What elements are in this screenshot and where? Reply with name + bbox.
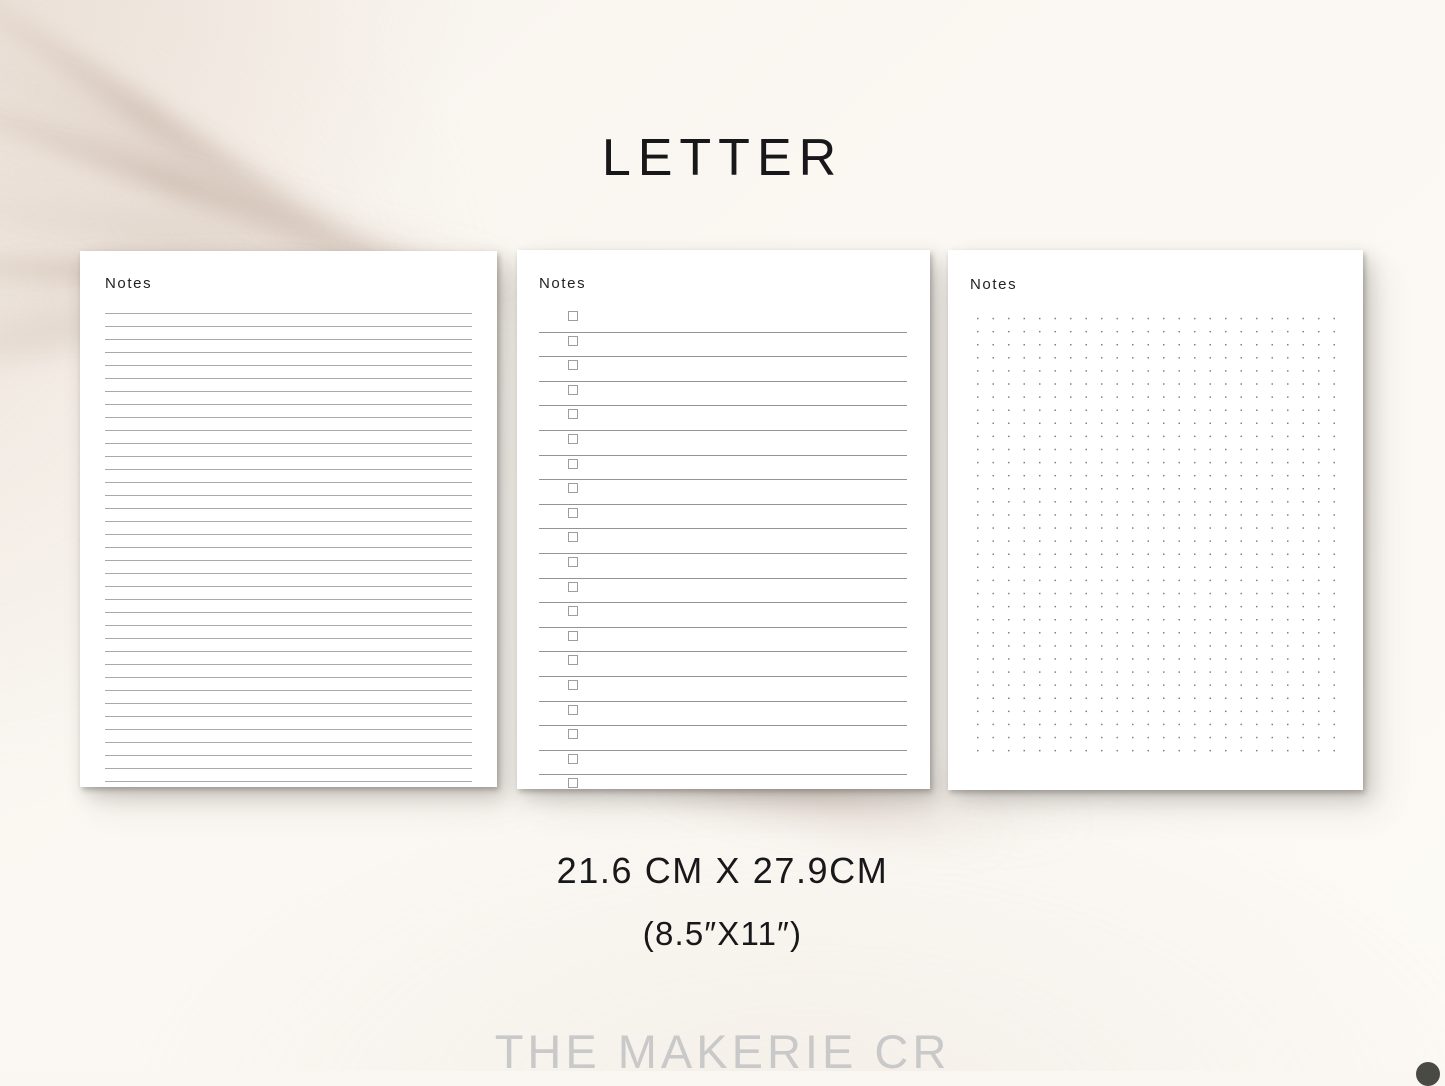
brand-watermark: THE MAKERIE CR bbox=[494, 1025, 951, 1078]
ruled-line bbox=[105, 612, 472, 613]
checkbox-icon[interactable] bbox=[568, 409, 578, 420]
checkbox-row bbox=[539, 726, 907, 751]
checkbox-icon[interactable] bbox=[568, 507, 578, 518]
checkbox-icon[interactable] bbox=[568, 433, 578, 444]
ruled-line bbox=[105, 521, 472, 522]
checkbox-row bbox=[539, 382, 907, 407]
checkbox-row bbox=[539, 456, 907, 481]
checkbox-row bbox=[539, 357, 907, 382]
checkbox-row bbox=[539, 480, 907, 505]
ruled-line bbox=[105, 677, 472, 678]
size-caption-metric: 21.6 CM X 27.9CM bbox=[556, 850, 889, 891]
ruled-line bbox=[105, 560, 472, 561]
ruled-line bbox=[105, 430, 472, 431]
sheet-label-dotted: Notes bbox=[970, 276, 1018, 293]
checkbox-row bbox=[539, 308, 907, 333]
ruled-line bbox=[105, 729, 472, 730]
checkbox-row bbox=[539, 702, 907, 727]
checkbox-icon[interactable] bbox=[568, 458, 578, 469]
checkbox-icon[interactable] bbox=[568, 606, 578, 617]
checkbox-icon[interactable] bbox=[568, 360, 578, 371]
checkbox-row bbox=[539, 554, 907, 579]
ruled-line bbox=[105, 443, 472, 444]
ruled-line bbox=[105, 651, 472, 652]
dot-grid-area bbox=[970, 312, 1342, 762]
checkbox-icon[interactable] bbox=[568, 753, 578, 764]
ruled-line bbox=[105, 781, 472, 782]
checkbox-icon[interactable] bbox=[568, 483, 578, 494]
ruled-line bbox=[105, 716, 472, 717]
ruled-line bbox=[105, 495, 472, 496]
checkbox-icon[interactable] bbox=[568, 655, 578, 666]
size-caption-imperial: (8.5″X11″) bbox=[642, 915, 803, 952]
ruled-line bbox=[105, 599, 472, 600]
ruled-line bbox=[105, 482, 472, 483]
ruled-line bbox=[105, 755, 472, 756]
ruled-line bbox=[105, 417, 472, 418]
ruled-line bbox=[105, 469, 472, 470]
checkbox-row bbox=[539, 579, 907, 604]
checkbox-row bbox=[539, 628, 907, 653]
preview-sheet-dotted[interactable]: Notes bbox=[948, 250, 1363, 790]
ruled-line bbox=[105, 326, 472, 327]
checkbox-icon[interactable] bbox=[568, 679, 578, 690]
checkbox-icon[interactable] bbox=[568, 729, 578, 740]
checkbox-row bbox=[539, 406, 907, 431]
ruled-line bbox=[105, 313, 472, 314]
checkbox-row bbox=[539, 677, 907, 702]
ruled-line bbox=[105, 703, 472, 704]
checkbox-icon[interactable] bbox=[568, 335, 578, 346]
checkbox-icon[interactable] bbox=[568, 384, 578, 395]
checkbox-row bbox=[539, 603, 907, 628]
checkbox-row bbox=[539, 529, 907, 554]
checkbox-icon[interactable] bbox=[568, 630, 578, 641]
ruled-line bbox=[105, 586, 472, 587]
ruled-line bbox=[105, 508, 472, 509]
ruled-line bbox=[105, 573, 472, 574]
ruled-line bbox=[105, 638, 472, 639]
checkbox-row bbox=[539, 431, 907, 456]
ruled-line bbox=[105, 339, 472, 340]
checkbox-icon[interactable] bbox=[568, 778, 578, 789]
checkbox-row bbox=[539, 751, 907, 776]
checkbox-icon[interactable] bbox=[568, 532, 578, 543]
preview-sheet-lined[interactable]: Notes bbox=[80, 251, 497, 787]
ruled-line bbox=[105, 365, 472, 366]
page-title: LETTER bbox=[601, 129, 844, 187]
checkbox-icon[interactable] bbox=[568, 704, 578, 715]
checkbox-row bbox=[539, 775, 907, 789]
ruled-lines-area bbox=[105, 313, 472, 787]
checkbox-rows-area bbox=[539, 308, 907, 789]
ruled-line bbox=[105, 378, 472, 379]
checkbox-row bbox=[539, 652, 907, 677]
ruled-line bbox=[105, 625, 472, 626]
preview-sheet-checklist[interactable]: Notes bbox=[517, 250, 930, 789]
sheet-label-checklist: Notes bbox=[539, 275, 587, 292]
sheet-label-lined: Notes bbox=[105, 275, 153, 292]
checkbox-row bbox=[539, 333, 907, 358]
ruled-line bbox=[105, 664, 472, 665]
ruled-line bbox=[105, 352, 472, 353]
ruled-line bbox=[105, 404, 472, 405]
ruled-line bbox=[105, 456, 472, 457]
checkbox-row bbox=[539, 505, 907, 530]
checkbox-icon[interactable] bbox=[568, 311, 578, 321]
ruled-line bbox=[105, 547, 472, 548]
ruled-line bbox=[105, 768, 472, 769]
ruled-line bbox=[105, 534, 472, 535]
checkbox-icon[interactable] bbox=[568, 556, 578, 567]
ruled-line bbox=[105, 690, 472, 691]
ruled-line bbox=[105, 391, 472, 392]
ruled-line bbox=[105, 742, 472, 743]
checkbox-icon[interactable] bbox=[568, 581, 578, 592]
corner-dot-decoration bbox=[1416, 1062, 1440, 1086]
